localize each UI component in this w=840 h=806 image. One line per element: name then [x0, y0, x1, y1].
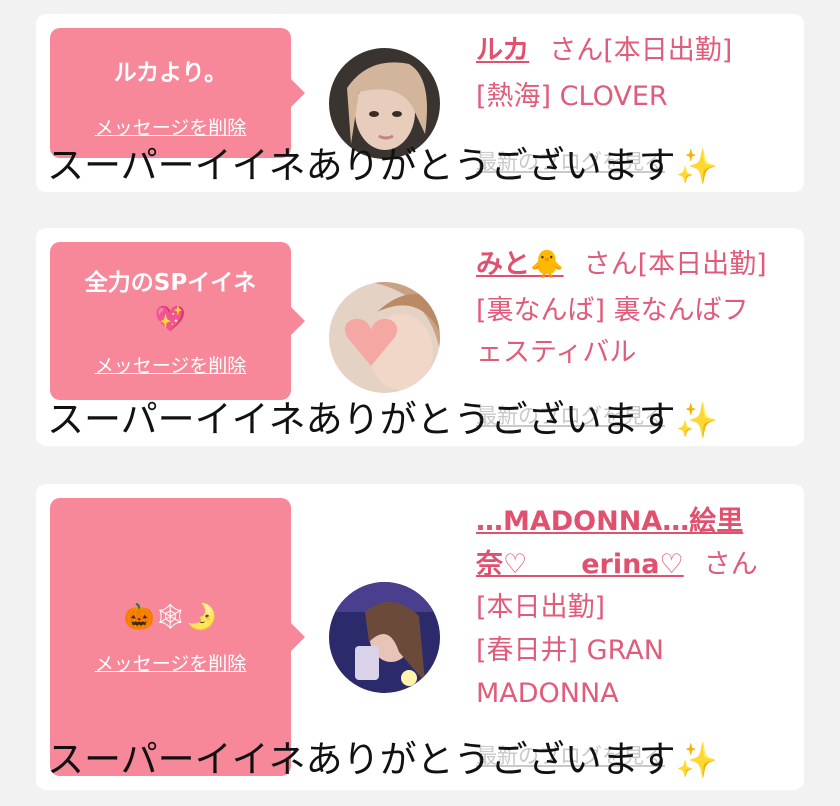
- cast-name-link[interactable]: …MADONNA…絵里: [476, 500, 796, 543]
- cast-name-link[interactable]: ルカ: [476, 35, 529, 66]
- honorific: さん: [583, 249, 638, 280]
- honorific: さん: [703, 549, 758, 580]
- status-text: [本日出勤]: [476, 592, 606, 623]
- cast-info: ルカ さん[本日出勤] [熱海] CLOVER: [476, 30, 796, 118]
- delete-message-link[interactable]: メッセージを削除: [95, 351, 247, 378]
- avatar-image: [329, 48, 440, 159]
- overlay-caption: スーパーイイネありがとうございます✨: [47, 144, 718, 189]
- cast-name-link-cont[interactable]: 奈♡ erina♡: [476, 549, 684, 580]
- avatar[interactable]: [329, 282, 440, 393]
- shop-name-cont: ェスティバル: [476, 337, 637, 368]
- message-text: ルカより。: [113, 59, 228, 86]
- message-text: 全力のSPイイネ: [84, 269, 257, 296]
- shop-name: CLOVER: [559, 81, 668, 112]
- shop-name: GRAN: [586, 635, 664, 666]
- area-text: [熱海]: [476, 81, 552, 112]
- cast-info: みと🐥 さん[本日出勤] [裏なんば] 裏なんばフ ェスティバル: [476, 244, 796, 374]
- delete-message-link[interactable]: メッセージを削除: [95, 113, 247, 140]
- sparkles-icon: ✨: [675, 147, 718, 187]
- status-text: [本日出勤]: [637, 249, 767, 280]
- message-bubble: ルカより。 メッセージを削除: [50, 28, 305, 158]
- halloween-emoji-icon: 🎃🕸🌛: [123, 601, 218, 631]
- status-text: [本日出勤]: [603, 35, 733, 66]
- sparkles-icon: ✨: [675, 401, 718, 441]
- delete-message-link[interactable]: メッセージを削除: [95, 649, 247, 676]
- sparkles-icon: ✨: [675, 741, 718, 781]
- area-text: [春日井]: [476, 635, 579, 666]
- message-bubble: 全力のSPイイネ 💖 メッセージを削除: [50, 242, 305, 400]
- avatar-image: [329, 582, 440, 693]
- area-text: [裏なんば]: [476, 295, 606, 326]
- overlay-caption-text: スーパーイイネありがとうございます: [47, 398, 676, 441]
- shop-name-cont: MADONNA: [476, 678, 619, 709]
- overlay-caption-text: スーパーイイネありがとうございます: [47, 738, 676, 781]
- cast-info: …MADONNA…絵里 奈♡ erina♡ さん [本日出勤] [春日井] GRA…: [476, 500, 796, 715]
- avatar[interactable]: [329, 48, 440, 159]
- overlay-caption-text: スーパーイイネありがとうございます: [47, 144, 676, 187]
- shop-name: 裏なんばフ: [613, 295, 749, 326]
- overlay-caption: スーパーイイネありがとうございます✨: [47, 398, 718, 443]
- honorific: さん: [549, 35, 604, 66]
- avatar[interactable]: [329, 582, 440, 693]
- cast-name-link[interactable]: みと🐥: [476, 249, 564, 280]
- heart-emoji-icon: 💖: [154, 303, 187, 333]
- avatar-image: [329, 282, 440, 393]
- overlay-caption: スーパーイイネありがとうございます✨: [47, 738, 718, 783]
- message-bubble: 🎃🕸🌛 メッセージを削除: [50, 498, 305, 776]
